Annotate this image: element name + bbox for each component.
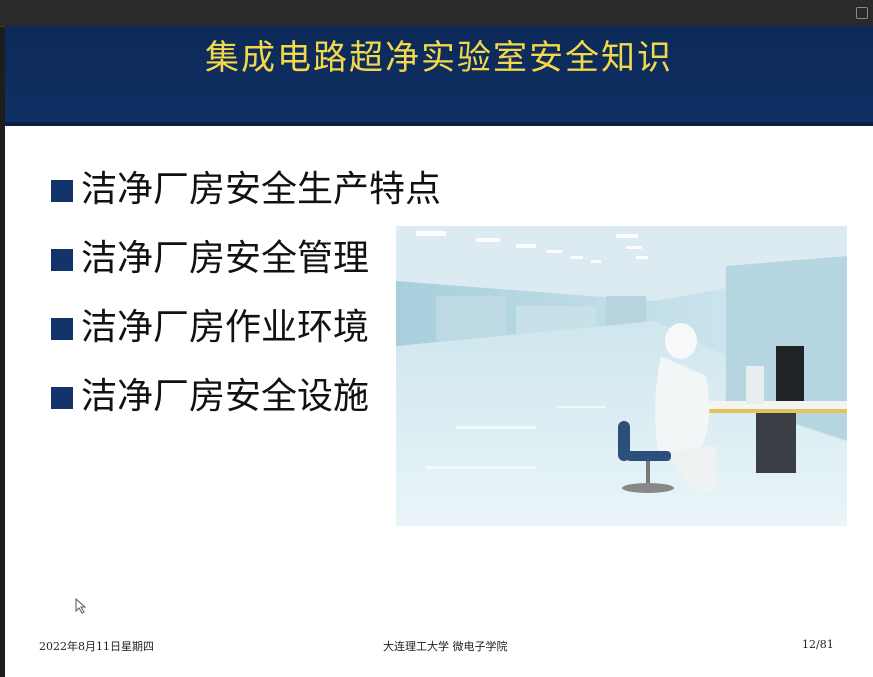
bullet-item: 洁净厂房作业环境	[51, 304, 441, 373]
footer-date: 2022年8月11日星期四	[39, 640, 154, 653]
bullet-text: 洁净厂房安全管理	[81, 238, 370, 279]
bullet-item: 洁净厂房安全设施	[51, 373, 441, 442]
title-band: 集成电路超净实验室安全知识	[5, 26, 873, 126]
slide-title: 集成电路超净实验室安全知识	[205, 38, 673, 78]
viewer-top-bar	[0, 0, 873, 27]
window-control-icon[interactable]	[856, 7, 868, 19]
slide: 集成电路超净实验室安全知识 洁净厂房安全生产特点 洁净厂房安全管理 洁净厂房作业…	[5, 26, 873, 677]
mouse-cursor-icon	[75, 598, 87, 614]
bullet-text: 洁净厂房作业环境	[81, 307, 370, 348]
cleanroom-photo	[396, 226, 847, 526]
bullet-item: 洁净厂房安全生产特点	[51, 166, 441, 235]
square-bullet-icon	[51, 180, 73, 202]
square-bullet-icon	[51, 387, 73, 409]
footer-page-number: 12/81	[802, 638, 834, 651]
bullet-text: 洁净厂房安全设施	[81, 376, 370, 417]
bullet-text: 洁净厂房安全生产特点	[81, 169, 442, 210]
square-bullet-icon	[51, 318, 73, 340]
square-bullet-icon	[51, 249, 73, 271]
bullet-list: 洁净厂房安全生产特点 洁净厂房安全管理 洁净厂房作业环境 洁净厂房安全设施	[51, 166, 441, 442]
footer-organization: 大连理工大学 微电子学院	[383, 640, 508, 653]
bullet-item: 洁净厂房安全管理	[51, 235, 441, 304]
